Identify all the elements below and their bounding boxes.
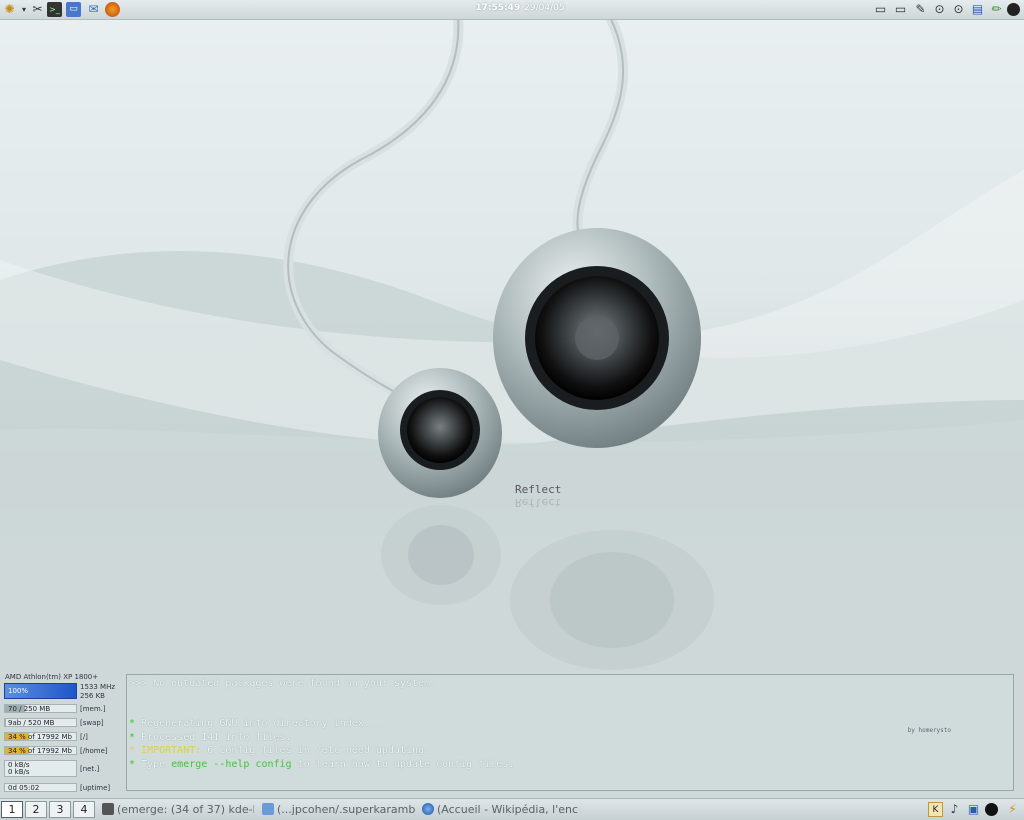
mem-text: 70 / 250 MB: [8, 705, 51, 713]
kopete-icon[interactable]: K: [928, 802, 943, 817]
console-line: * Processed 141 info files.: [129, 732, 292, 743]
document-icon[interactable]: ▤: [970, 2, 985, 17]
home-disk-text: 34 % of 17992 Mb: [8, 747, 72, 755]
swap-text: 9ab / 520 MB: [8, 719, 55, 727]
console-line: * Regenerating GNU info directory index.…: [129, 718, 382, 729]
uptime-text: 0d 05:02: [8, 784, 40, 792]
clock[interactable]: 17:55:49 29/04/05: [460, 3, 580, 13]
console-credit: by homerysto: [907, 727, 951, 734]
cpu-cache: 256 KB: [80, 692, 105, 700]
clock-time: 17:55:49: [475, 3, 521, 13]
mail-icon[interactable]: ✉: [86, 2, 101, 17]
console-line-text: to learn how to update config files.: [291, 759, 515, 770]
console-line: >>> No outdated packages were found on y…: [129, 678, 437, 689]
cpu-load-text: 100%: [8, 687, 29, 695]
home-disk-bar: 34 % of 17992 Mb: [4, 746, 77, 755]
task-label: (Accueil - Wikipédia, l'ency: [437, 803, 578, 816]
terminal-icon[interactable]: >_: [47, 2, 62, 17]
task-superkaramba[interactable]: (...jpcohen/.superkaramba/t: [262, 801, 416, 818]
pin-icon[interactable]: ✎: [913, 2, 928, 17]
task-label: (...jpcohen/.superkaramba/t: [277, 803, 416, 816]
window-icon[interactable]: ▭: [893, 2, 908, 17]
browser-icon: [422, 803, 434, 815]
top-panel: ✺ ▾ ✂ >_ ▭ ✉ 17:55:49 29/04/05 ▭ ▭ ✎ ⊙ ⊙ …: [0, 0, 1024, 20]
console-command: emerge --help config: [171, 759, 292, 770]
task-wikipedia[interactable]: (Accueil - Wikipédia, l'ency: [422, 801, 578, 818]
cpu-load-bar: 100%: [4, 683, 77, 699]
zoom-icon[interactable]: ⊙: [951, 2, 966, 17]
pen-icon[interactable]: ✏: [989, 2, 1004, 17]
console-line-text: Type: [135, 759, 172, 770]
clock-date: 29/04/05: [524, 3, 565, 13]
bomb-icon[interactable]: [985, 803, 998, 816]
record-icon[interactable]: [1007, 3, 1020, 16]
task-emerge[interactable]: (emerge: (34 of 37) kde-ba: [102, 801, 254, 818]
desktop-4-button[interactable]: 4: [73, 801, 95, 818]
swap-bar: 9ab / 520 MB: [4, 718, 77, 727]
console-line: * IMPORTANT: 6 config files in /etc need…: [129, 745, 430, 756]
wallpaper-reflect-label: Reflect: [515, 483, 562, 496]
console-line-text: Regenerating GNU info directory index...: [135, 718, 382, 729]
tools-icon[interactable]: ✂: [30, 2, 45, 17]
folder-icon: [262, 803, 274, 815]
kde-menu-icon[interactable]: ✺: [2, 2, 17, 17]
root-disk-label: [/]: [80, 733, 88, 741]
power-icon[interactable]: ⚡: [1005, 802, 1020, 817]
console-important: IMPORTANT:: [135, 745, 202, 756]
console-output-widget[interactable]: >>> No outdated packages were found on y…: [126, 674, 1014, 791]
desktop-2-button[interactable]: 2: [25, 801, 47, 818]
cpu-name: AMD Athlon(tm) XP 1800+: [5, 673, 99, 681]
root-disk-text: 34 % of 17992 Mb: [8, 733, 72, 741]
console-line-text: Processed 141 info files.: [135, 732, 292, 743]
volume-icon[interactable]: ♪: [947, 802, 962, 817]
window-icon[interactable]: ▭: [873, 2, 888, 17]
wallpaper-reflect-mirror: Reflect: [515, 496, 562, 509]
cpu-freq: 1533 MHz: [80, 683, 116, 691]
monitor-icon[interactable]: ▭: [66, 2, 81, 17]
display-icon[interactable]: ▣: [966, 802, 981, 817]
net-out: 0 kB/s: [8, 768, 30, 776]
firefox-icon[interactable]: [105, 2, 120, 17]
home-disk-label: [/home]: [80, 747, 108, 755]
task-label: (emerge: (34 of 37) kde-ba: [117, 803, 254, 816]
taskbar: 1 2 3 4 (emerge: (34 of 37) kde-ba (...j…: [0, 798, 1024, 820]
console-line: * Type emerge --help config to learn how…: [129, 759, 514, 770]
mem-bar: 70 / 250 MB: [4, 704, 77, 713]
console-line-text: 6 config files in /etc need updating.: [201, 745, 431, 756]
root-disk-bar: 34 % of 17992 Mb: [4, 732, 77, 741]
net-graph: 0 kB/s 0 kB/s: [4, 760, 77, 777]
mem-label: [mem.]: [80, 705, 106, 713]
desktop-3-button[interactable]: 3: [49, 801, 71, 818]
zoom-icon[interactable]: ⊙: [932, 2, 947, 17]
terminal-icon: [102, 803, 114, 815]
swap-label: [swap]: [80, 719, 104, 727]
net-label: [net.]: [80, 765, 100, 773]
desktop-1-button[interactable]: 1: [1, 801, 23, 818]
chevron-down-icon[interactable]: ▾: [19, 2, 29, 17]
uptime-label: [uptime]: [80, 784, 111, 792]
uptime-box: 0d 05:02: [4, 783, 77, 792]
